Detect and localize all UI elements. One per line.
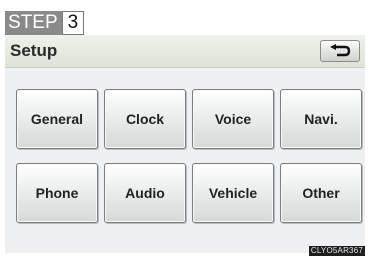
page-title: Setup <box>10 41 58 60</box>
back-button[interactable] <box>320 40 360 62</box>
vehicle-button[interactable]: Vehicle <box>192 163 274 223</box>
figure-code: CLYO5AR367 <box>308 246 365 256</box>
header-bar: Setup <box>5 35 365 68</box>
return-arrow-icon <box>330 44 351 57</box>
general-button[interactable]: General <box>16 89 98 149</box>
phone-button[interactable]: Phone <box>16 163 98 223</box>
step-label: STEP <box>5 11 62 35</box>
step-indicator: STEP 3 <box>5 11 85 35</box>
audio-button[interactable]: Audio <box>104 163 186 223</box>
other-button[interactable]: Other <box>280 163 362 223</box>
step-number: 3 <box>61 11 85 35</box>
clock-button[interactable]: Clock <box>104 89 186 149</box>
navi-button[interactable]: Navi. <box>280 89 362 149</box>
setup-screen: Setup General Clock Voice Navi. Phone Au… <box>5 35 365 253</box>
voice-button[interactable]: Voice <box>192 89 274 149</box>
